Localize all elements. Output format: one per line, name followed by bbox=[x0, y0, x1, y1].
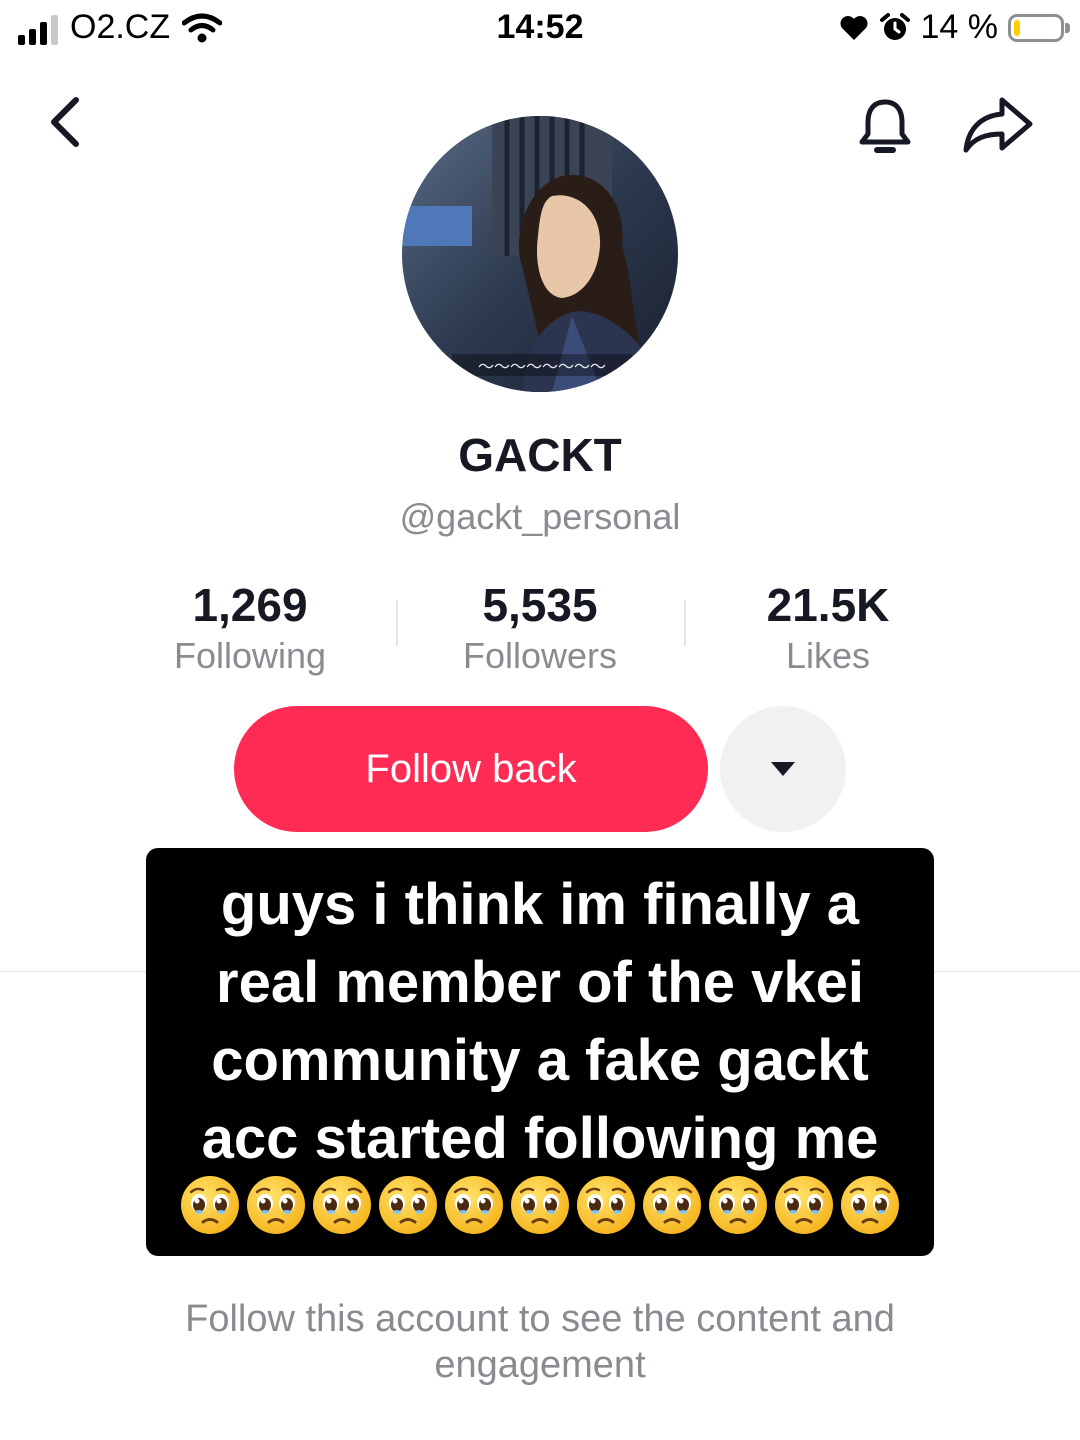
pleading-face-emoji bbox=[511, 1176, 569, 1234]
avatar-image: 〜〜〜〜〜〜〜〜 bbox=[402, 116, 678, 392]
pleading-face-emoji bbox=[709, 1176, 767, 1234]
share-button[interactable] bbox=[958, 92, 1038, 158]
pleading-face-emoji bbox=[841, 1176, 899, 1234]
followers-count: 5,535 bbox=[482, 579, 598, 631]
following-count: 1,269 bbox=[192, 579, 308, 631]
battery-icon bbox=[1008, 13, 1070, 42]
caption-line: acc started following me bbox=[201, 1106, 879, 1171]
username: @gackt_personal bbox=[399, 496, 681, 537]
stat-divider bbox=[396, 600, 398, 646]
followers-label: Followers bbox=[462, 635, 618, 676]
notification-bell-button[interactable] bbox=[850, 92, 920, 162]
pleading-face-emoji bbox=[445, 1176, 503, 1234]
follow-back-button[interactable]: Follow back bbox=[234, 706, 708, 832]
caption-line: real member of the vkei bbox=[216, 950, 864, 1015]
display-name: GACKT bbox=[458, 429, 622, 481]
caption-line: guys i think im finally a bbox=[220, 872, 860, 937]
heart-icon bbox=[840, 15, 867, 40]
likes-count: 21.5K bbox=[766, 579, 890, 631]
pleading-face-emoji bbox=[643, 1176, 701, 1234]
likes-label: Likes bbox=[785, 635, 871, 676]
more-options-button[interactable] bbox=[720, 706, 846, 832]
back-button[interactable] bbox=[36, 88, 96, 154]
battery-percent: 14 % bbox=[920, 8, 999, 46]
stat-divider bbox=[684, 600, 686, 646]
pleading-face-emoji bbox=[577, 1176, 635, 1234]
stat-likes[interactable]: 21.5K Likes bbox=[698, 578, 958, 678]
emoji-row bbox=[146, 1174, 934, 1236]
stat-following[interactable]: 1,269 Following bbox=[120, 578, 380, 678]
caption-line: community a fake gackt bbox=[211, 1028, 869, 1093]
pleading-face-emoji bbox=[181, 1176, 239, 1234]
svg-text:〜〜〜〜〜〜〜〜: 〜〜〜〜〜〜〜〜 bbox=[478, 357, 606, 376]
pleading-face-emoji bbox=[247, 1176, 305, 1234]
stat-followers[interactable]: 5,535 Followers bbox=[410, 578, 670, 678]
pleading-face-emoji bbox=[313, 1176, 371, 1234]
private-account-message: Follow this account to see the content a… bbox=[185, 1298, 895, 1386]
share-arrow-icon bbox=[963, 97, 1033, 153]
caption-text: guys i think im finally a real member of… bbox=[146, 866, 934, 1178]
alarm-icon bbox=[879, 12, 910, 40]
caret-down-icon bbox=[771, 762, 795, 776]
chevron-left-icon bbox=[51, 97, 79, 147]
pleading-face-emoji bbox=[775, 1176, 833, 1234]
status-bar: O2.CZ 14:52 14 % bbox=[0, 0, 1080, 60]
pleading-face-emoji bbox=[379, 1176, 437, 1234]
bell-icon bbox=[859, 99, 911, 153]
following-label: Following bbox=[173, 635, 327, 676]
profile-avatar[interactable]: 〜〜〜〜〜〜〜〜 bbox=[402, 116, 678, 392]
caption-overlay: guys i think im finally a real member of… bbox=[146, 848, 934, 1256]
